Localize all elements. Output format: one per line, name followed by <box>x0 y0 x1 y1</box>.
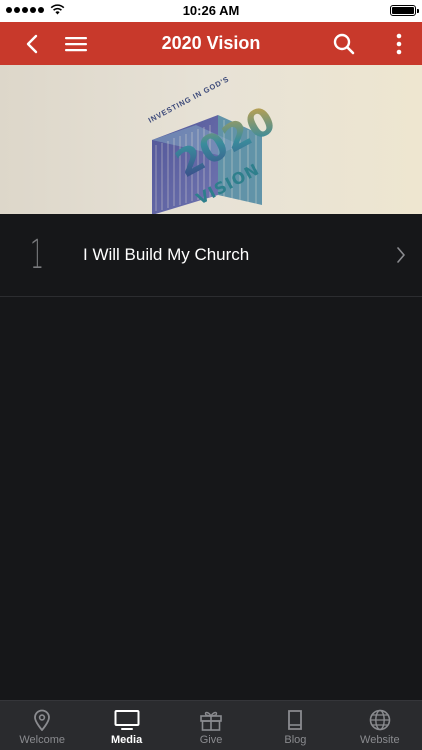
tab-website[interactable]: Website <box>338 701 422 750</box>
tab-label: Media <box>111 734 143 746</box>
search-button[interactable] <box>322 22 366 65</box>
item-number: 1 <box>30 232 44 278</box>
tab-blog[interactable]: Blog <box>253 701 337 750</box>
book-icon <box>288 710 303 730</box>
battery-icon <box>390 5 419 16</box>
list-item[interactable]: 1 I Will Build My Church <box>0 214 422 297</box>
nav-bar: 2020 Vision <box>0 22 422 65</box>
item-title: I Will Build My Church <box>83 245 250 264</box>
tab-media[interactable]: Media <box>84 701 168 750</box>
tab-bar: Welcome Media Give Blog Website <box>0 700 422 750</box>
search-icon <box>333 33 355 54</box>
tab-give[interactable]: Give <box>169 701 253 750</box>
tab-label: Give <box>199 734 223 746</box>
tab-label: Welcome <box>19 734 66 746</box>
series-banner: INVESTING IN GOD'S 2020 VISION <box>0 65 422 214</box>
chevron-right-icon <box>397 247 405 263</box>
more-options-button[interactable] <box>388 22 410 65</box>
tab-welcome[interactable]: Welcome <box>0 701 84 750</box>
2020-vision-logo: INVESTING IN GOD'S 2020 VISION <box>147 74 282 214</box>
tab-label: Blog <box>284 734 307 746</box>
location-pin-icon <box>34 709 51 731</box>
globe-icon <box>369 709 391 731</box>
tv-icon <box>114 710 140 730</box>
status-bar: 10:26 AM <box>0 0 422 22</box>
status-time: 10:26 AM <box>182 3 240 18</box>
gift-icon <box>200 711 222 731</box>
tab-label: Website <box>360 734 400 746</box>
more-vertical-icon <box>396 33 402 54</box>
